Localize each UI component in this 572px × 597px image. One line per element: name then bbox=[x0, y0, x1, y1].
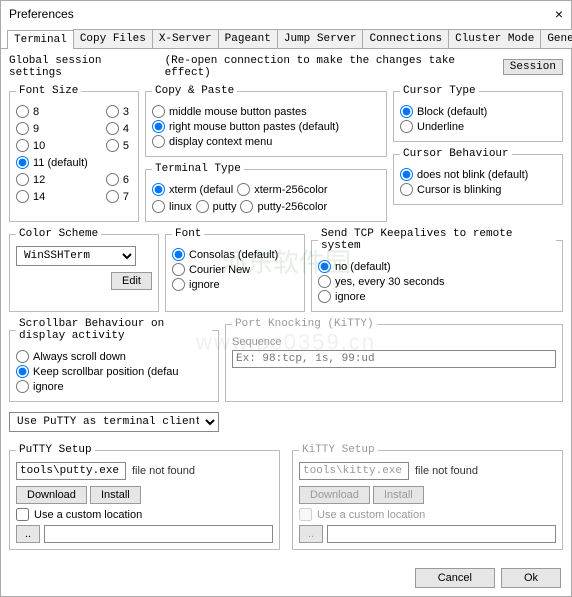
kitty-setup-legend: KiTTY Setup bbox=[299, 444, 378, 456]
putty-browse-button[interactable]: .. bbox=[16, 525, 40, 543]
kitty-download-button: Download bbox=[299, 486, 370, 504]
font-size-6[interactable]: 6 bbox=[106, 173, 129, 186]
cursor-noblink[interactable]: does not blink (default) bbox=[400, 168, 556, 181]
keepalive-group: Send TCP Keepalives to remote system no … bbox=[311, 228, 563, 312]
font-size-8[interactable]: 8 bbox=[16, 105, 88, 118]
terminal-type-legend: Terminal Type bbox=[152, 163, 244, 175]
close-icon[interactable]: × bbox=[555, 6, 563, 22]
kitty-setup-group: KiTTY Setup file not found Download Inst… bbox=[292, 444, 563, 550]
font-group: Font Consolas (default) Courier New igno… bbox=[165, 228, 305, 312]
putty-setup-group: PuTTY Setup file not found Download Inst… bbox=[9, 444, 280, 550]
port-knocking-legend: Port Knocking (KiTTY) bbox=[232, 318, 377, 330]
port-knocking-group: Port Knocking (KiTTY) Sequence bbox=[225, 318, 563, 402]
kitty-install-button: Install bbox=[373, 486, 424, 504]
font-legend: Font bbox=[172, 228, 204, 240]
color-scheme-edit-button[interactable]: Edit bbox=[111, 272, 152, 290]
copy-paste-group: Copy & Paste middle mouse button pastes … bbox=[145, 85, 387, 157]
term-putty256[interactable]: putty-256color bbox=[240, 200, 327, 213]
term-linux[interactable]: linux bbox=[152, 200, 192, 213]
font-size-4[interactable]: 4 bbox=[106, 122, 129, 135]
tab-x-server[interactable]: X-Server bbox=[152, 29, 219, 48]
cancel-button[interactable]: Cancel bbox=[415, 568, 495, 588]
kitty-notfound: file not found bbox=[415, 465, 478, 477]
copy-paste-middle[interactable]: middle mouse button pastes bbox=[152, 105, 380, 118]
kitty-path bbox=[299, 462, 409, 480]
putty-download-button[interactable]: Download bbox=[16, 486, 87, 504]
copy-paste-right[interactable]: right mouse button pastes (default) bbox=[152, 120, 380, 133]
keepalive-yes[interactable]: yes, every 30 seconds bbox=[318, 275, 556, 288]
term-xterm256[interactable]: xterm-256color bbox=[237, 183, 327, 196]
terminal-client-select[interactable]: Use PuTTY as terminal client (、 bbox=[9, 412, 219, 432]
keepalive-legend: Send TCP Keepalives to remote system bbox=[318, 228, 556, 252]
copy-paste-context[interactable]: display context menu bbox=[152, 135, 380, 148]
font-size-9[interactable]: 9 bbox=[16, 122, 88, 135]
tab-cluster-mode[interactable]: Cluster Mode bbox=[448, 29, 541, 48]
port-knocking-sub: Sequence bbox=[232, 336, 556, 348]
kitty-custom-checkbox: Use a custom location bbox=[299, 508, 556, 521]
putty-install-button[interactable]: Install bbox=[90, 486, 141, 504]
font-size-3[interactable]: 3 bbox=[106, 105, 129, 118]
keepalive-ignore[interactable]: ignore bbox=[318, 290, 556, 303]
putty-setup-legend: PuTTY Setup bbox=[16, 444, 95, 456]
color-scheme-group: Color Scheme WinSSHTerm Edit bbox=[9, 228, 159, 312]
keepalive-no[interactable]: no (default) bbox=[318, 260, 556, 273]
scrollbar-legend: Scrollbar Behaviour on display activity bbox=[16, 318, 212, 342]
font-size-14[interactable]: 14 bbox=[16, 190, 88, 203]
session-button[interactable]: Session bbox=[503, 59, 563, 75]
port-knocking-input bbox=[232, 350, 556, 368]
cursor-behaviour-legend: Cursor Behaviour bbox=[400, 148, 512, 160]
font-size-legend: Font Size bbox=[16, 85, 81, 97]
tab-pageant[interactable]: Pageant bbox=[218, 29, 278, 48]
font-size-10[interactable]: 10 bbox=[16, 139, 88, 152]
ok-button[interactable]: Ok bbox=[501, 568, 561, 588]
tab-general[interactable]: General bbox=[540, 29, 572, 48]
term-xterm[interactable]: xterm (defaul bbox=[152, 183, 233, 196]
window-title: Preferences bbox=[9, 7, 74, 21]
font-size-12[interactable]: 12 bbox=[16, 173, 88, 186]
tab-copy-files[interactable]: Copy Files bbox=[73, 29, 153, 48]
putty-notfound: file not found bbox=[132, 465, 195, 477]
cursor-block[interactable]: Block (default) bbox=[400, 105, 556, 118]
cursor-type-group: Cursor Type Block (default) Underline bbox=[393, 85, 563, 142]
tab-terminal[interactable]: Terminal bbox=[7, 30, 74, 49]
scroll-always[interactable]: Always scroll down bbox=[16, 350, 212, 363]
font-size-5[interactable]: 5 bbox=[106, 139, 129, 152]
cursor-underline[interactable]: Underline bbox=[400, 120, 556, 133]
tab-jump-server[interactable]: Jump Server bbox=[277, 29, 364, 48]
tab-bar: Terminal Copy Files X-Server Pageant Jum… bbox=[1, 29, 571, 49]
term-putty[interactable]: putty bbox=[196, 200, 237, 213]
font-courier[interactable]: Courier New bbox=[172, 263, 298, 276]
cursor-behaviour-group: Cursor Behaviour does not blink (default… bbox=[393, 148, 563, 205]
global-settings-hint: (Re-open connection to make the changes … bbox=[165, 55, 503, 79]
scroll-keep[interactable]: Keep scrollbar position (defau bbox=[16, 365, 212, 378]
kitty-custom-path bbox=[327, 525, 556, 543]
scrollbar-group: Scrollbar Behaviour on display activity … bbox=[9, 318, 219, 402]
scroll-ignore[interactable]: ignore bbox=[16, 380, 212, 393]
global-settings-label: Global session settings bbox=[9, 55, 159, 79]
font-ignore[interactable]: ignore bbox=[172, 278, 298, 291]
color-scheme-legend: Color Scheme bbox=[16, 228, 101, 240]
cursor-type-legend: Cursor Type bbox=[400, 85, 479, 97]
kitty-browse-button: .. bbox=[299, 525, 323, 543]
putty-custom-checkbox[interactable]: Use a custom location bbox=[16, 508, 273, 521]
putty-custom-path bbox=[44, 525, 273, 543]
tab-connections[interactable]: Connections bbox=[362, 29, 449, 48]
color-scheme-select[interactable]: WinSSHTerm bbox=[16, 246, 136, 266]
terminal-type-group: Terminal Type xterm (defaul xterm-256col… bbox=[145, 163, 387, 222]
cursor-blink[interactable]: Cursor is blinking bbox=[400, 183, 556, 196]
font-consolas[interactable]: Consolas (default) bbox=[172, 248, 298, 261]
font-size-11[interactable]: 11 (default) bbox=[16, 156, 88, 169]
font-size-group: Font Size 8 9 10 11 (default) 12 14 3 4 … bbox=[9, 85, 139, 222]
font-size-7[interactable]: 7 bbox=[106, 190, 129, 203]
copy-paste-legend: Copy & Paste bbox=[152, 85, 237, 97]
putty-path bbox=[16, 462, 126, 480]
